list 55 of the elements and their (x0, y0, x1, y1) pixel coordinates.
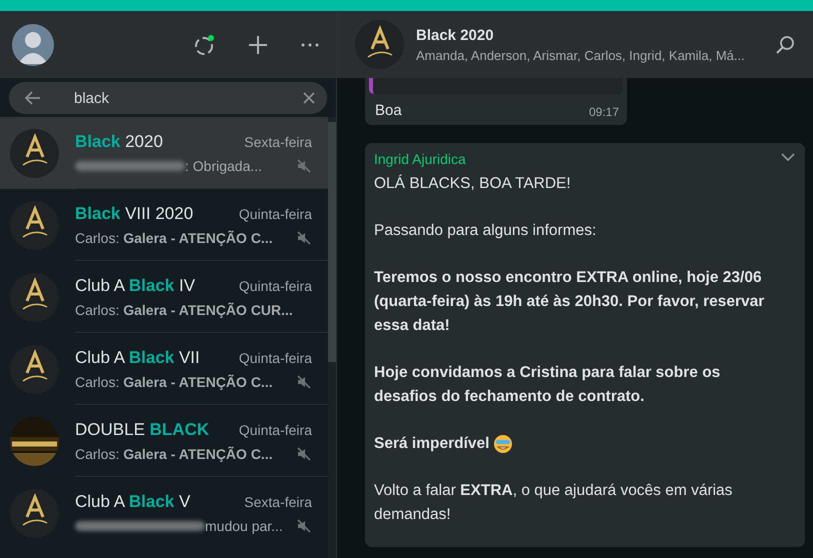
muted-speaker-icon (296, 518, 312, 534)
chat-time: Quinta-feira (238, 422, 312, 438)
muted-speaker-icon (296, 374, 312, 390)
message-text: Teremos o nosso encontro EXTRA online, hoje 23/06 (quarta-feira) às 19h até às 20h30. Por favor, reservar essa data! (374, 268, 766, 336)
chat-list-item[interactable]: Club A Black V Sexta-feira mudou par... (0, 477, 328, 549)
message-preview: Carlos: Galera - ATENÇÃO C... (75, 374, 273, 390)
group-avatar (10, 272, 59, 322)
muted-speaker-icon (296, 446, 312, 462)
chat-time: Sexta-feira (244, 494, 312, 510)
muted-speaker-icon (296, 158, 312, 174)
chat-name: DOUBLE BLACK (75, 420, 210, 440)
chat-list-item[interactable]: Club A Black VII Quinta-feira Carlos: Galera - ATENÇÃO C... (0, 333, 328, 405)
sender-name: Ingrid Ajuridica (374, 151, 467, 167)
message-preview: Carlos: Galera - ATENÇÃO CUR... (75, 302, 293, 318)
group-avatar (10, 488, 59, 538)
group-avatar (10, 200, 59, 250)
chat-name: Black VIII 2020 (75, 204, 194, 224)
message-preview: Carlos: Galera - ATENÇÃO C... (75, 446, 273, 462)
message-preview: : Obrigada... (185, 158, 262, 174)
group-avatar (10, 416, 59, 466)
scrollbar-thumb[interactable] (328, 122, 336, 362)
more-icon[interactable] (300, 42, 320, 48)
chat-time: Quinta-feira (238, 350, 312, 366)
message-preview: Carlos: Galera - ATENÇÃO C... (75, 230, 273, 246)
chat-time: Sexta-feira (244, 134, 312, 150)
clear-icon[interactable] (303, 92, 315, 104)
message-preview: mudou par... (205, 518, 283, 534)
chat-title: Black 2020 (416, 26, 495, 44)
chat-name: Club A Black VII (75, 348, 200, 368)
chat-list-item[interactable]: Club A Black IV Quinta-feira Carlos: Galera - ATENÇÃO CUR... (0, 261, 328, 333)
back-arrow-icon[interactable] (25, 91, 41, 105)
group-avatar (10, 128, 59, 178)
message-text: Hoje convidamos a Cristina para falar sobre os desafios do fechamento de contrato. (374, 363, 722, 407)
chevron-down-icon[interactable] (780, 153, 795, 161)
chat-list-item[interactable]: DOUBLE BLACK Quinta-feira Carlos: Galera - ATENÇÃO C... (0, 405, 328, 477)
message-text: Volto a falar EXTRA, o que ajudará vocês em várias demandas! (374, 481, 734, 525)
chat-time: Quinta-feira (238, 278, 312, 294)
chat-members: Amanda, Anderson, Arismar, Carlos, Ingrid, Kamila, Má... (416, 48, 745, 62)
message-text: OLÁ BLACKS, BOA TARDE! (374, 174, 571, 194)
search-field[interactable]: black (9, 82, 327, 114)
group-avatar (355, 20, 404, 69)
muted-speaker-icon (296, 230, 312, 246)
message-time: 09:17 (588, 105, 619, 119)
chat-list-item[interactable]: Black VIII 2020 Quinta-feira Carlos: Galera - ATENÇÃO C... (0, 189, 328, 261)
message-text: Boa (375, 102, 402, 119)
message-text: Passando para alguns informes: (374, 221, 596, 241)
chat-name: Black 2020 (75, 132, 163, 152)
search-icon[interactable] (774, 34, 795, 54)
chat-list-item[interactable]: Black 2020 Sexta-feira : Obrigada... (0, 117, 328, 189)
user-avatar[interactable] (12, 24, 54, 66)
message-text: Será imperdível (374, 434, 490, 454)
chat-time: Quinta-feira (238, 206, 312, 222)
group-avatar (10, 344, 59, 394)
chat-name: Club A Black V (75, 492, 190, 512)
chat-name: Club A Black IV (75, 276, 196, 296)
